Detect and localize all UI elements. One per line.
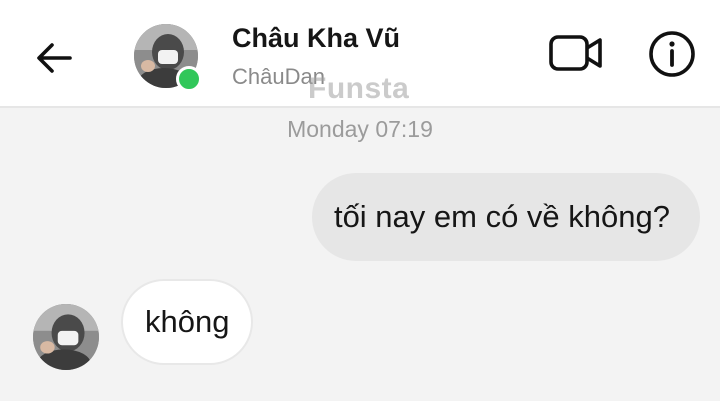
back-button[interactable] (28, 32, 80, 84)
video-call-button[interactable] (548, 30, 604, 76)
info-icon (649, 31, 695, 77)
received-message-bubble[interactable]: không (121, 279, 254, 365)
message-timestamp: Monday 07:19 (287, 116, 433, 142)
back-arrow-icon (37, 43, 72, 73)
avatar-photo-icon (33, 304, 99, 370)
watermark: Funsta (308, 72, 410, 105)
chat-screen: Châu Kha Vũ ChâuDan Funsta Monday 07:19 … (0, 0, 720, 401)
contact-avatar-container[interactable] (134, 24, 202, 92)
online-status-indicator (176, 66, 202, 92)
info-button[interactable] (646, 28, 698, 80)
sender-avatar[interactable] (33, 304, 99, 370)
video-call-icon (549, 35, 602, 71)
contact-name[interactable]: Châu Kha Vũ (232, 23, 400, 54)
sent-message-bubble[interactable]: tối nay em có về không? (311, 173, 700, 261)
